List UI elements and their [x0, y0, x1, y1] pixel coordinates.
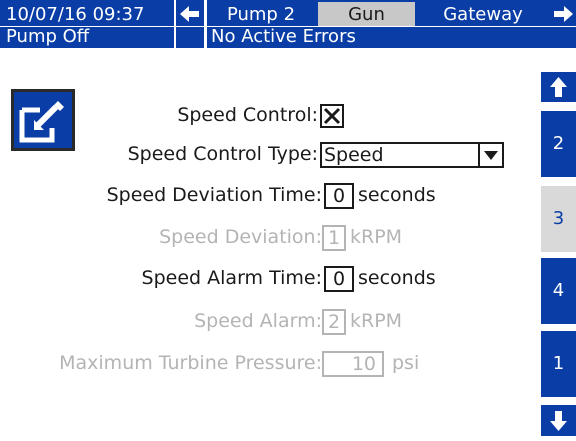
- speed-control-label: Speed Control:: [177, 104, 318, 126]
- speed-deviation-time-label: Speed Deviation Time:: [106, 184, 322, 206]
- dropdown-arrow-icon: [484, 151, 498, 160]
- status-spacer: [176, 26, 204, 48]
- page-button-4[interactable]: 4: [541, 258, 576, 324]
- max-turbine-pressure-label: Maximum Turbine Pressure:: [59, 352, 322, 374]
- arrow-left-icon: [180, 6, 199, 22]
- speed-alarm-field: 2: [322, 309, 346, 335]
- speed-deviation-time-field[interactable]: 0: [324, 183, 354, 209]
- speed-deviation-field: 1: [322, 225, 346, 251]
- arrow-up-icon: [550, 77, 567, 97]
- page-up-button[interactable]: [541, 72, 576, 102]
- tab-gun[interactable]: Gun: [318, 2, 415, 26]
- speed-deviation-label: Speed Deviation:: [159, 226, 322, 248]
- datetime-display: 10/07/16 09:37: [2, 2, 174, 26]
- speed-control-type-label: Speed Control Type:: [127, 143, 318, 165]
- page-down-button[interactable]: [541, 405, 576, 436]
- header-divider: [0, 48, 576, 50]
- speed-alarm-time-field[interactable]: 0: [324, 266, 354, 292]
- pump-status: Pump Off: [2, 26, 174, 48]
- arrow-right-icon: [554, 6, 573, 22]
- nav-left-button[interactable]: [176, 2, 204, 26]
- error-status: No Active Errors: [207, 26, 576, 48]
- speed-control-type-select[interactable]: Speed: [320, 142, 504, 168]
- speed-deviation-time-unit: seconds: [358, 184, 436, 206]
- tab-gateway[interactable]: Gateway: [418, 2, 548, 26]
- checkbox-checked-icon: [323, 107, 341, 125]
- speed-alarm-label: Speed Alarm:: [194, 310, 322, 332]
- max-turbine-pressure-field: 10: [322, 351, 384, 377]
- speed-control-checkbox[interactable]: [320, 104, 344, 128]
- header-divider: [0, 26, 576, 27]
- arrow-down-icon: [550, 411, 567, 431]
- header-divider: [174, 0, 176, 48]
- select-divider: [478, 144, 480, 166]
- page-button-3[interactable]: 3: [541, 186, 576, 252]
- header-divider: [204, 0, 207, 48]
- page-button-1[interactable]: 1: [541, 331, 576, 397]
- max-turbine-pressure-unit: psi: [392, 352, 420, 374]
- nav-right-button[interactable]: [551, 2, 576, 26]
- speed-alarm-time-unit: seconds: [358, 267, 436, 289]
- page-button-2[interactable]: 2: [541, 111, 576, 177]
- tab-pump-2[interactable]: Pump 2: [207, 2, 315, 26]
- speed-alarm-unit: kRPM: [350, 310, 403, 332]
- speed-control-type-value: Speed: [324, 144, 384, 166]
- speed-deviation-unit: kRPM: [350, 226, 403, 248]
- speed-alarm-time-label: Speed Alarm Time:: [141, 267, 322, 289]
